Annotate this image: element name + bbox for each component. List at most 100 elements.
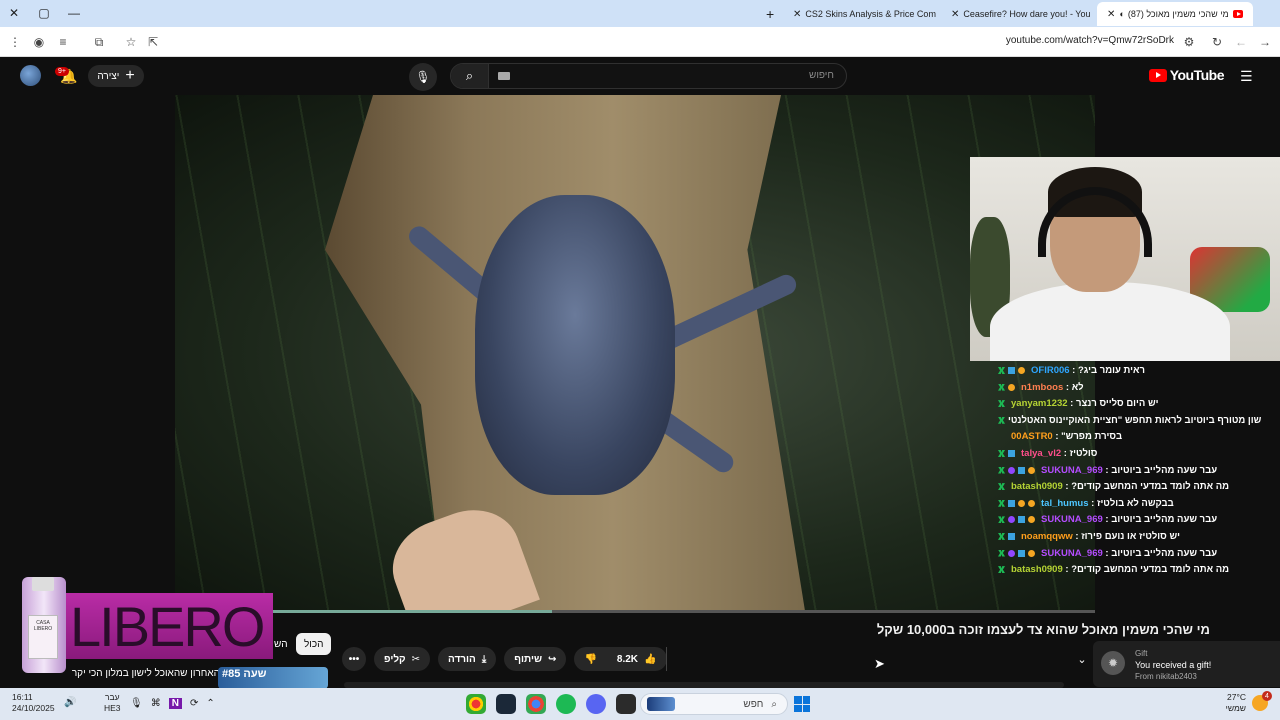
chat-message-body: לא : n1mboos — [1018, 380, 1084, 397]
download-icon: ⤓ — [481, 653, 487, 665]
chat-badge-icon — [998, 449, 1005, 457]
chat-badge-icon — [1028, 549, 1035, 557]
chat-badge-icon — [1018, 466, 1025, 474]
url-text[interactable]: youtube.com/watch?v=Qmw72rSoDrk — [1006, 35, 1174, 46]
microphone-icon[interactable]: 🎙 — [130, 698, 143, 709]
chat-badge-icon — [1018, 516, 1025, 524]
chat-username[interactable]: batash0909 — [1011, 481, 1063, 492]
chat-message-body: מה אתה לומד במדעי המחשב קודים? : batash0… — [1008, 479, 1229, 496]
forward-icon[interactable]: ← — [1232, 33, 1250, 51]
site-settings-icon[interactable]: ⚙ — [1180, 33, 1198, 51]
taskbar-search[interactable]: חפש ⌕ — [640, 693, 788, 715]
terminal-icon[interactable] — [616, 694, 636, 714]
search-icon[interactable]: ⌕ — [451, 64, 489, 88]
chat-username[interactable]: noamqqww — [1021, 531, 1073, 542]
chevron-down-icon[interactable]: ⌄ — [1070, 648, 1094, 670]
youtube-logo[interactable]: YouTube — [1148, 67, 1225, 83]
chat-message: בבקשה לא בולטיז : tal_humus — [998, 496, 1280, 513]
like-button[interactable]: 8.2K 👍 — [607, 647, 668, 671]
onenote-icon[interactable]: N — [168, 698, 182, 709]
steam-icon[interactable] — [496, 694, 516, 714]
chrome-alt-icon[interactable] — [466, 694, 486, 714]
chat-username[interactable]: 00ASTR0 — [1011, 431, 1053, 442]
bookmark-star-icon[interactable]: ☆ — [122, 33, 140, 51]
clip-button[interactable]: קליפ ✂ — [374, 647, 430, 671]
search-input[interactable]: ⌕ חיפוש — [450, 63, 847, 89]
hamburger-menu-icon[interactable]: ☰ — [1240, 68, 1254, 85]
maximize-window-icon[interactable]: ▢ — [34, 4, 54, 22]
tab-ceasefire[interactable]: ✕ Ceasefire? How dare you! - You — [941, 2, 1095, 26]
chat-badges — [998, 546, 1038, 563]
back-icon[interactable]: → — [1256, 33, 1274, 51]
chat-username[interactable]: SUKUNA_969 — [1041, 465, 1103, 476]
chrome-icon[interactable] — [526, 694, 546, 714]
profile-icon[interactable]: ◉ — [30, 33, 48, 51]
sidebar-video-title[interactable]: האחרון שהאוכל לישון במלון הכי יקר — [60, 668, 220, 688]
chat-username[interactable]: OFIR006 — [1031, 365, 1070, 376]
spotify-icon[interactable] — [556, 694, 576, 714]
reading-list-icon[interactable]: ≡ — [54, 33, 72, 51]
audio-icon[interactable]: ◐ — [1119, 9, 1124, 19]
chat-message-body: ראית עומר ביג? : OFIR006 — [1028, 363, 1145, 380]
libero-ad[interactable]: LIBERO CASA LIBERO — [20, 577, 273, 677]
volume-icon[interactable]: 🔊 — [64, 697, 76, 708]
download-button[interactable]: הורדה ⤓ — [437, 647, 497, 671]
minimize-window-icon[interactable]: — — [64, 4, 84, 22]
chat-username[interactable]: tal_humus — [1041, 498, 1089, 509]
close-tab-icon[interactable]: ✕ — [1107, 9, 1115, 20]
language-indicator[interactable]: עבר HE3 — [104, 692, 121, 714]
filter-chip-partial[interactable]: הש — [272, 633, 290, 655]
sync-icon[interactable]: ⟳ — [190, 698, 198, 709]
notification-count-badge: 9+ — [55, 67, 69, 76]
discord-icon[interactable] — [586, 694, 606, 714]
chat-message-body: יש היום סלייס רנצר : yanyam1232 — [1008, 396, 1158, 413]
tab-cs2-skins[interactable]: ✕ CS2 Skins Analysis & Price Com — [783, 2, 941, 26]
close-tab-icon[interactable]: ✕ — [951, 9, 959, 20]
close-window-icon[interactable]: ✕ — [4, 4, 24, 22]
chat-badges — [998, 496, 1038, 513]
voice-search-mic-icon[interactable]: 🎙 — [409, 63, 437, 91]
new-tab-button[interactable]: + — [760, 2, 782, 26]
chat-badges — [998, 446, 1018, 463]
chat-username[interactable]: talya_vl2 — [1021, 448, 1061, 459]
windows-start-icon[interactable] — [794, 696, 810, 712]
share-button[interactable]: שיתוף ↪ — [504, 647, 567, 671]
thumbs-up-icon: 👍 — [644, 653, 657, 665]
chat-message: סולטיז : talya_vl2 — [998, 446, 1280, 463]
weather-widget[interactable]: 27°C שמשי 4 — [1226, 691, 1272, 714]
video-player[interactable] — [175, 95, 1095, 611]
chat-username[interactable]: yanyam1232 — [1011, 398, 1068, 409]
chat-username[interactable]: SUKUNA_969 — [1041, 514, 1103, 525]
chat-username[interactable]: SUKUNA_969 — [1041, 548, 1103, 559]
network-icon[interactable]: ⌘ — [151, 698, 161, 709]
dislike-button[interactable]: 👎 — [574, 647, 606, 671]
avatar[interactable] — [20, 65, 41, 86]
youtube-header: 🔔 9+ יצירה + 🎙 ⌕ חיפוש YouTube ☰ — [0, 57, 1280, 95]
chevron-up-icon[interactable]: ⌃ — [206, 698, 214, 709]
sun-icon: 4 — [1252, 691, 1272, 711]
menu-dots-icon[interactable]: ⋮ — [6, 33, 24, 51]
gift-notification[interactable]: ✹ Gift You received a gift! From nikitab… — [1093, 641, 1280, 687]
taskbar-clock[interactable]: 16:11 24/10/2025 — [12, 692, 55, 714]
chat-overlay: ראית עומר ביג? : OFIR006 לא : n1mboos יש ה… — [998, 363, 1280, 579]
install-app-icon[interactable]: ⇱ — [144, 33, 162, 51]
chat-message-body: יש סולטיז או נועם פירוז : noamqqww — [1018, 529, 1180, 546]
chat-message-body: בבקשה לא בולטיז : tal_humus — [1038, 496, 1174, 513]
video-crab — [475, 195, 675, 495]
close-tab-icon[interactable]: ✕ — [793, 9, 801, 20]
extensions-icon[interactable]: ⧉ — [90, 33, 108, 51]
chat-username[interactable]: batash0909 — [1011, 564, 1063, 575]
tab-current-video[interactable]: ✕ ◐ (87) מי שהכי משמין מאוכל — [1097, 2, 1253, 26]
more-actions-button[interactable]: ••• — [342, 647, 366, 671]
video-progress-bar[interactable] — [175, 610, 1095, 613]
windows-taskbar: 16:11 24/10/2025 🔊 עבר HE3 🎙 ⌘ N ⟳ ⌃ חפש… — [0, 688, 1280, 720]
reload-icon[interactable]: ↻ — [1208, 33, 1226, 51]
browser-tab-bar: ✕ ▢ — + ✕ CS2 Skins Analysis & Price Com… — [0, 0, 1280, 27]
filter-chip-all[interactable]: הכול — [296, 633, 332, 655]
plus-icon: + — [125, 67, 135, 84]
chat-message: יש היום סלייס רנצר : yanyam1232 — [998, 396, 1280, 413]
keyboard-icon[interactable] — [498, 72, 510, 80]
chat-badge-icon — [1008, 516, 1015, 524]
chat-username[interactable]: n1mboos — [1021, 382, 1063, 393]
create-button[interactable]: יצירה + — [88, 65, 144, 87]
